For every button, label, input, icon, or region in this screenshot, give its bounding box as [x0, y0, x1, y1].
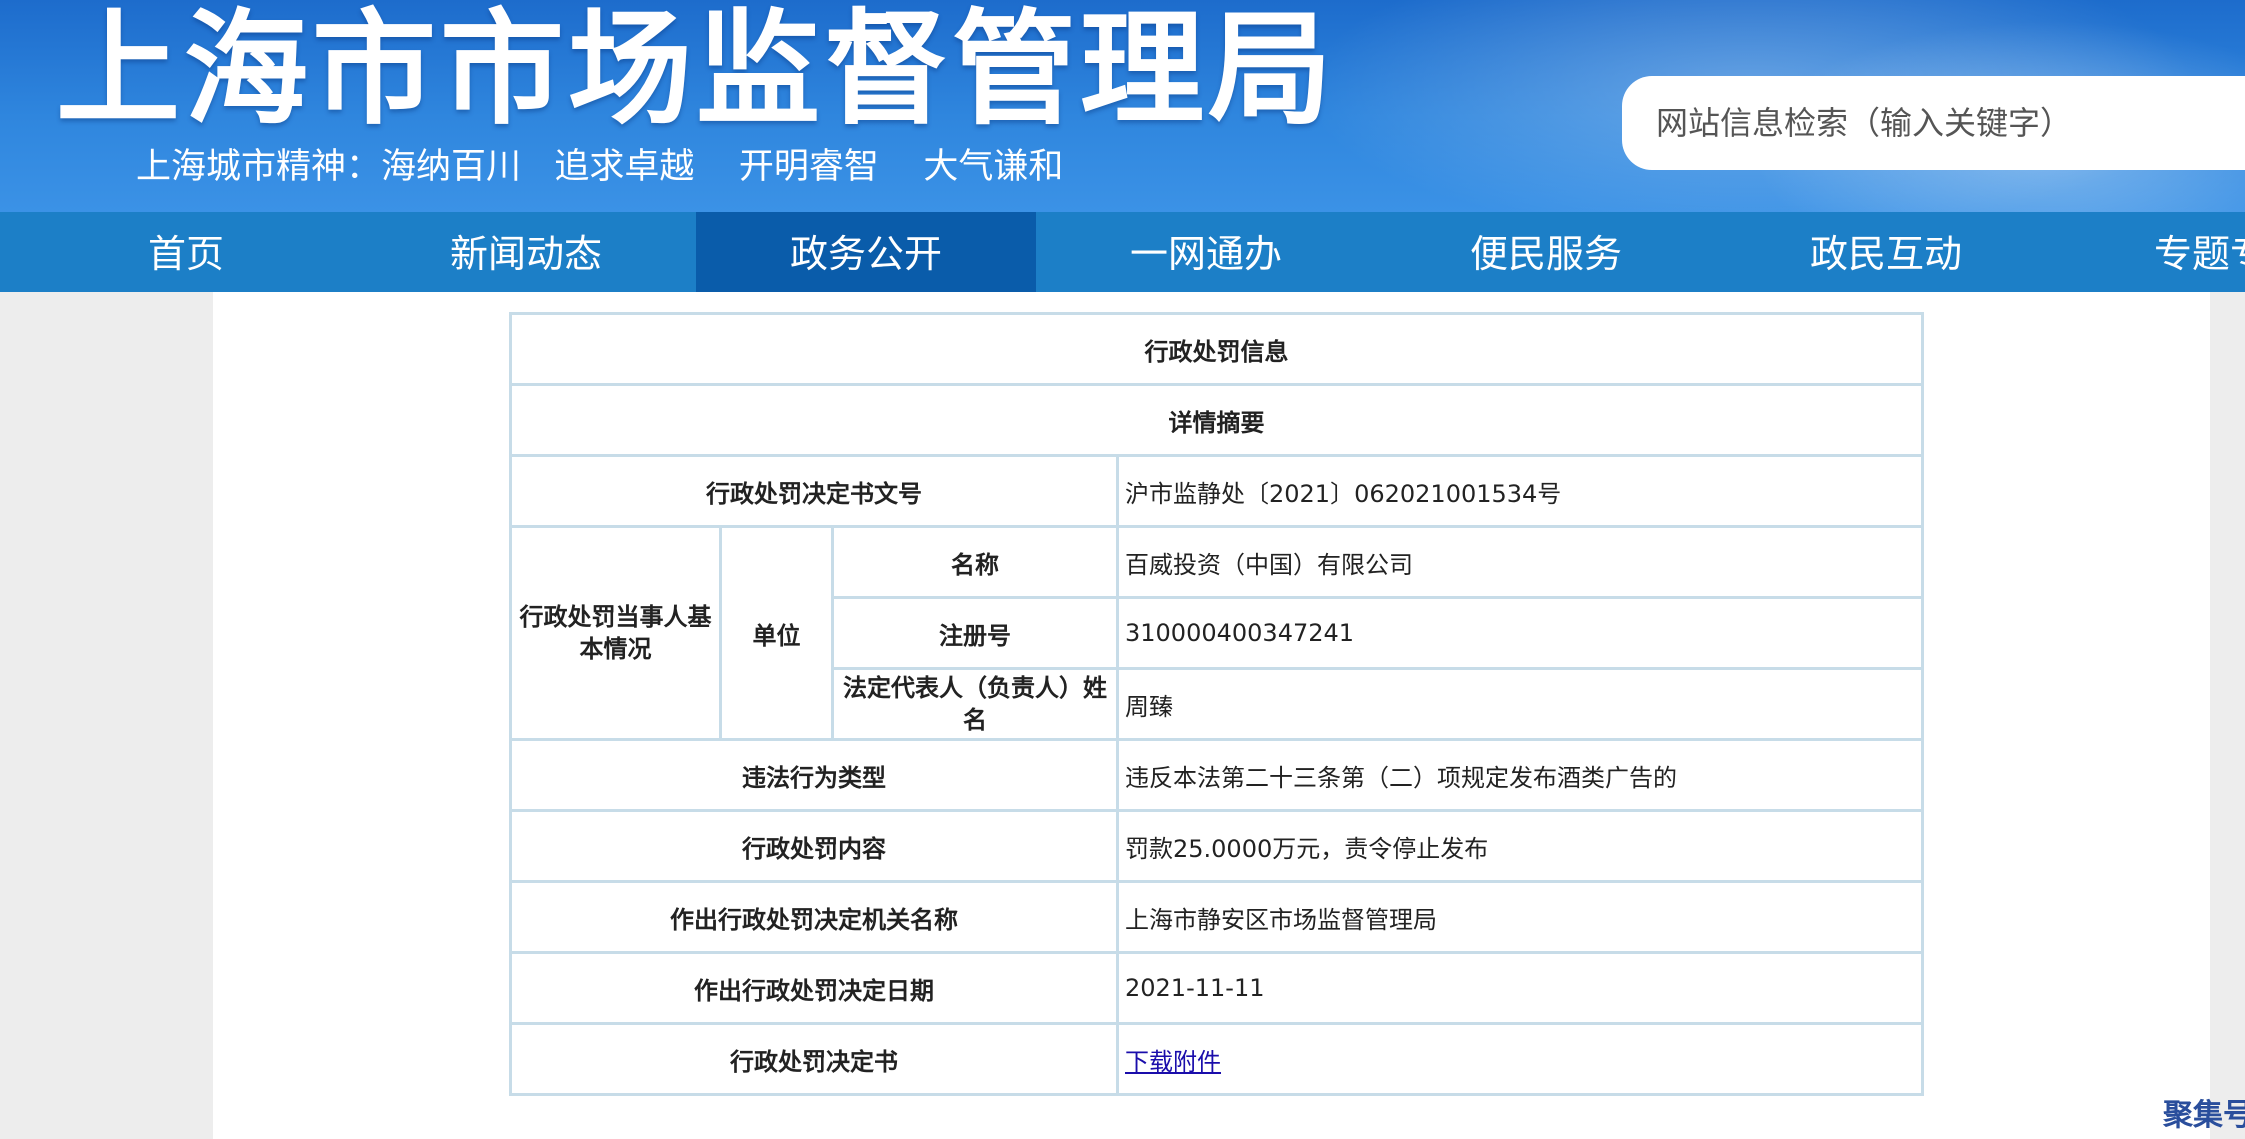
nav-item-home[interactable]: 首页 — [16, 212, 356, 292]
decision-document-label: 行政处罚决定书 — [509, 1022, 1119, 1096]
decision-document-cell: 下载附件 — [1116, 1022, 1924, 1096]
unit-label: 单位 — [719, 525, 834, 741]
nav-item-online-services[interactable]: 一网通办 — [1036, 212, 1376, 292]
legal-representative-value: 周臻 — [1116, 667, 1924, 741]
name-value: 百威投资（中国）有限公司 — [1116, 525, 1924, 599]
site-header: 上海市市场监督管理局 上海城市精神：海纳百川 追求卓越 开明睿智 大气谦和 — [0, 0, 2245, 212]
nav-item-government-affairs[interactable]: 政务公开 — [696, 212, 1036, 292]
main-nav: 首页 新闻动态 政务公开 一网通办 便民服务 政民互动 专题专 — [0, 212, 2245, 292]
doc-number-label: 行政处罚决定书文号 — [509, 454, 1119, 528]
nav-item-public-services[interactable]: 便民服务 — [1376, 212, 1716, 292]
decision-date-value: 2021-11-11 — [1116, 951, 1924, 1025]
authority-value: 上海市静安区市场监督管理局 — [1116, 880, 1924, 954]
penalty-content-value: 罚款25.0000万元，责令停止发布 — [1116, 809, 1924, 883]
nav-item-interaction[interactable]: 政民互动 — [1716, 212, 2056, 292]
violation-type-value: 违反本法第二十三条第（二）项规定发布酒类广告的 — [1116, 738, 1924, 812]
download-attachment-link[interactable]: 下载附件 — [1125, 1048, 1221, 1076]
registration-number-value: 310000400347241 — [1116, 596, 1924, 670]
site-slogan: 上海城市精神：海纳百川 追求卓越 开明睿智 大气谦和 — [136, 147, 1064, 187]
authority-label: 作出行政处罚决定机关名称 — [509, 880, 1119, 954]
party-info-label: 行政处罚当事人基本情况 — [509, 525, 722, 741]
penalty-info-table: 行政处罚信息 详情摘要 行政处罚决定书文号 沪市监静处〔2021〕0620210… — [509, 312, 1924, 1096]
legal-representative-label: 法定代表人（负责人）姓名 — [831, 667, 1119, 741]
name-label: 名称 — [831, 525, 1119, 599]
table-subtitle: 详情摘要 — [509, 383, 1924, 457]
site-title: 上海市市场监督管理局 — [56, 0, 1337, 142]
nav-item-topics[interactable]: 专题专 — [2056, 212, 2245, 292]
registration-number-label: 注册号 — [831, 596, 1119, 670]
decision-date-label: 作出行政处罚决定日期 — [509, 951, 1119, 1025]
nav-item-news[interactable]: 新闻动态 — [356, 212, 696, 292]
violation-type-label: 违法行为类型 — [509, 738, 1119, 812]
search-input[interactable] — [1622, 76, 2245, 170]
juji-widget-label[interactable]: 聚集号 — [2163, 1090, 2245, 1134]
table-title: 行政处罚信息 — [509, 312, 1924, 386]
penalty-content-label: 行政处罚内容 — [509, 809, 1119, 883]
doc-number-value: 沪市监静处〔2021〕062021001534号 — [1116, 454, 1924, 528]
